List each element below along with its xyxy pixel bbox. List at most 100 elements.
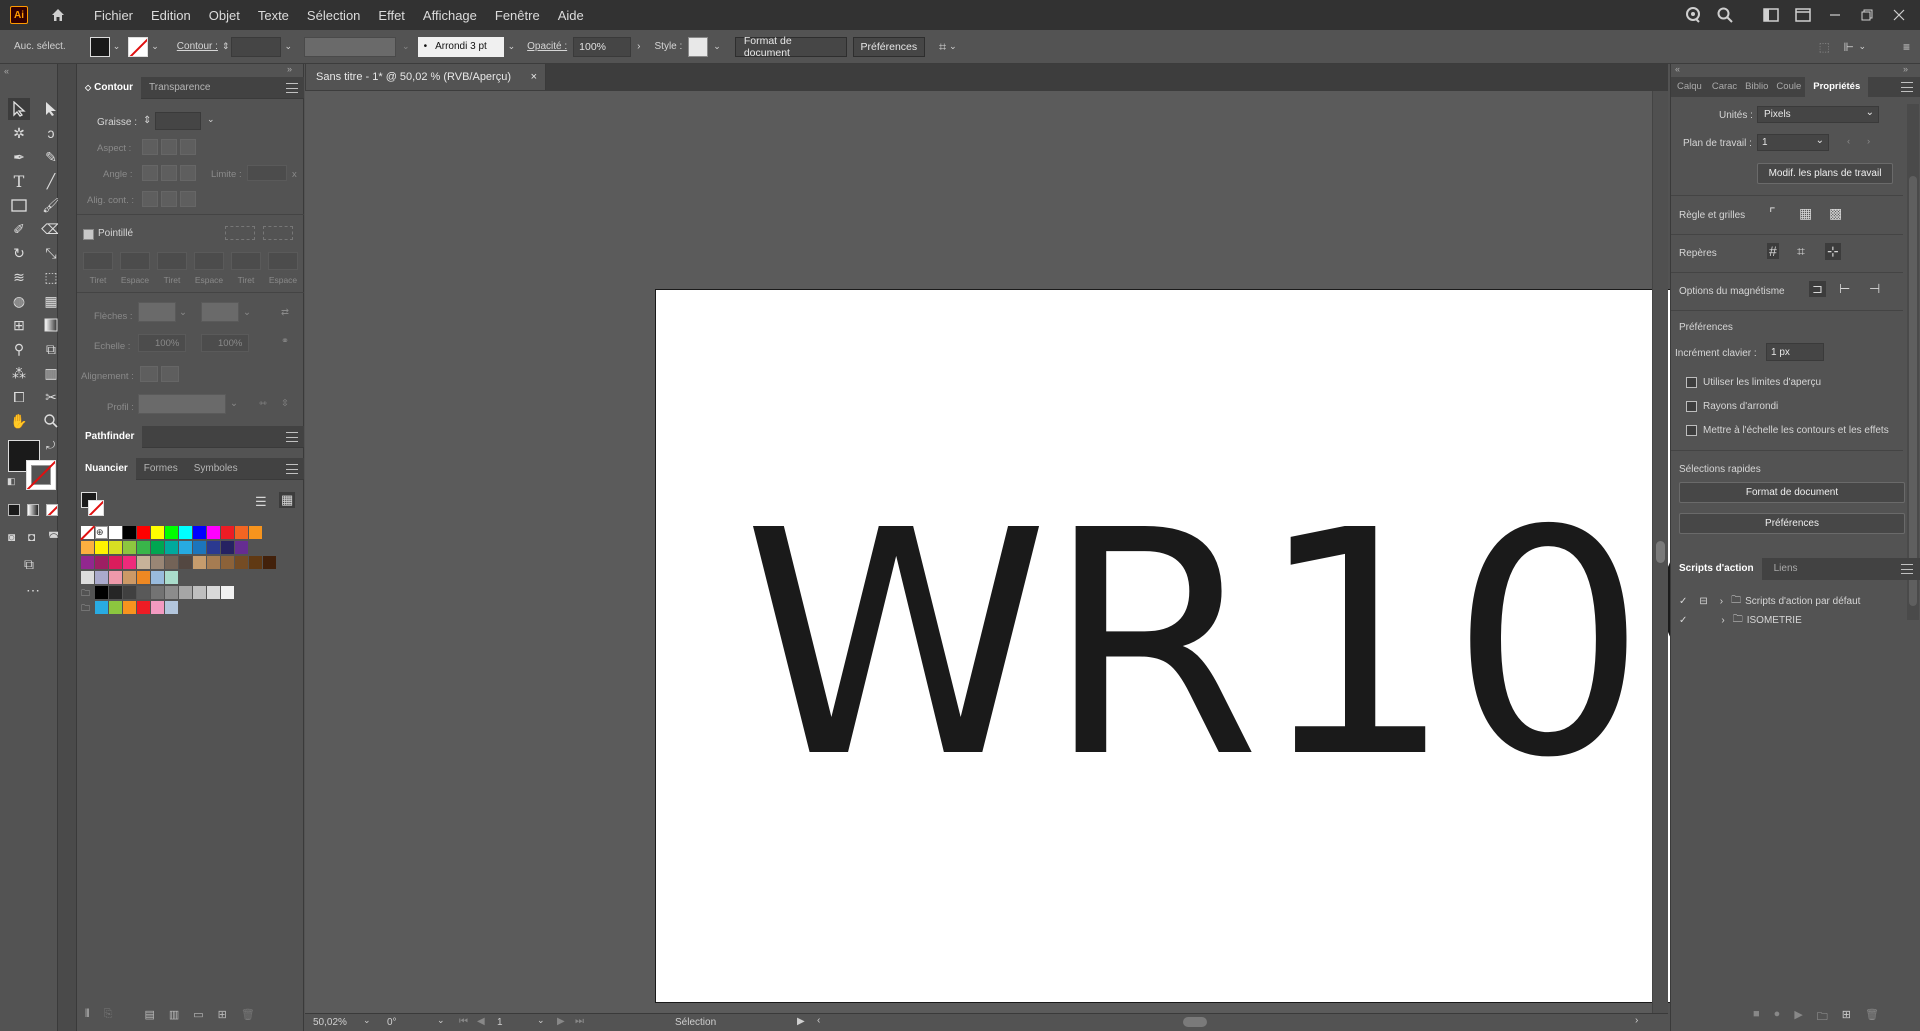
- color-swatch[interactable]: [179, 586, 192, 599]
- grid-view-icon[interactable]: ▦: [279, 492, 296, 508]
- color-swatch[interactable]: [109, 571, 122, 584]
- swap-colors-icon[interactable]: ⤾: [46, 440, 55, 453]
- menu-aide[interactable]: Aide: [558, 8, 584, 23]
- panel-menu-icon[interactable]: [1901, 82, 1913, 92]
- color-swatch[interactable]: [165, 526, 178, 539]
- menu-texte[interactable]: Texte: [258, 8, 289, 23]
- color-swatch[interactable]: [137, 556, 150, 569]
- color-swatch[interactable]: [179, 541, 192, 554]
- selection-tool-icon[interactable]: [8, 98, 30, 120]
- color-swatch[interactable]: [109, 601, 122, 614]
- align-inside-button[interactable]: [161, 191, 177, 207]
- learn-icon[interactable]: [1682, 4, 1704, 26]
- collapse-arrows-icon[interactable]: «: [4, 66, 9, 76]
- color-swatch[interactable]: [193, 556, 206, 569]
- hand-tool-icon[interactable]: ✋: [8, 410, 30, 432]
- artboard-select[interactable]: 1 ⌄: [1757, 134, 1829, 151]
- miter-join-button[interactable]: [142, 165, 158, 181]
- next-artboard-icon[interactable]: ▶: [557, 1016, 565, 1027]
- color-swatch[interactable]: [207, 526, 220, 539]
- color-swatch[interactable]: [109, 541, 122, 554]
- workspace-icon[interactable]: [1760, 4, 1782, 26]
- arrow-end-select[interactable]: [201, 302, 239, 322]
- color-swatch[interactable]: [249, 526, 262, 539]
- mesh-tool-icon[interactable]: ⊞: [8, 314, 30, 336]
- color-swatch[interactable]: [123, 526, 136, 539]
- color-swatch[interactable]: [165, 556, 178, 569]
- color-swatch[interactable]: [81, 541, 94, 554]
- gap-field-3[interactable]: [268, 252, 298, 270]
- color-swatch[interactable]: [137, 571, 150, 584]
- swatch-stroke-preview[interactable]: [88, 500, 104, 516]
- units-select[interactable]: Pixels ⌄: [1757, 106, 1879, 123]
- color-swatch[interactable]: [151, 571, 164, 584]
- new-set-icon[interactable]: 🗀: [1817, 1008, 1828, 1027]
- bevel-join-button[interactable]: [180, 165, 196, 181]
- snap-glyph-icon[interactable]: ⊣: [1869, 281, 1880, 297]
- arrow-start-select[interactable]: [138, 302, 176, 322]
- stroke-color-box[interactable]: [26, 460, 56, 490]
- chevron-down-icon[interactable]: ⌄: [402, 41, 410, 52]
- chevron-right-icon[interactable]: ›: [1720, 596, 1723, 607]
- align-options-icon[interactable]: ⬚: [1819, 40, 1830, 54]
- gap-field-1[interactable]: [120, 252, 150, 270]
- symbol-sprayer-icon[interactable]: ⁂: [8, 362, 30, 384]
- color-mode-icon[interactable]: [8, 504, 20, 516]
- chevron-down-icon[interactable]: ⌄: [207, 114, 215, 125]
- ruler-icon[interactable]: ⌜: [1769, 205, 1776, 222]
- quick-preferences-button[interactable]: Préférences: [1679, 513, 1905, 534]
- variable-width-field[interactable]: [304, 36, 397, 57]
- color-swatch[interactable]: [81, 556, 94, 569]
- artboard-number[interactable]: 1: [497, 1017, 503, 1028]
- chevron-down-icon[interactable]: ⌄: [230, 398, 238, 409]
- new-swatch-icon[interactable]: ⊞: [218, 1008, 227, 1026]
- color-swatch[interactable]: [193, 541, 206, 554]
- right-scrollbar[interactable]: [1907, 104, 1919, 620]
- menu-affichage[interactable]: Affichage: [423, 8, 477, 23]
- round-cap-button[interactable]: [161, 139, 177, 155]
- profile-select[interactable]: [138, 394, 226, 414]
- color-swatch[interactable]: [165, 541, 178, 554]
- menu-effet[interactable]: Effet: [378, 8, 405, 23]
- color-swatch[interactable]: [137, 601, 150, 614]
- color-swatch[interactable]: [95, 556, 108, 569]
- document-tab[interactable]: Sans titre - 1* @ 50,02 % (RVB/Aperçu) ×: [306, 64, 546, 90]
- color-swatch[interactable]: [207, 541, 220, 554]
- close-icon[interactable]: ×: [531, 71, 537, 83]
- chevron-down-icon[interactable]: ⌄: [949, 41, 957, 52]
- restore-icon[interactable]: [1856, 4, 1878, 26]
- color-swatch[interactable]: [221, 541, 234, 554]
- color-swatch[interactable]: [151, 601, 164, 614]
- flip-profile-icon[interactable]: ⇳: [281, 398, 289, 409]
- color-swatch[interactable]: [109, 586, 122, 599]
- list-view-icon[interactable]: ☰: [255, 494, 267, 510]
- swatch-library-icon[interactable]: ⫴: [85, 1008, 90, 1026]
- more-tools-icon[interactable]: ⋯: [26, 582, 40, 599]
- align-icon[interactable]: ⌗: [939, 39, 946, 55]
- tab-proprietes[interactable]: Propriétés: [1805, 77, 1869, 97]
- color-swatch[interactable]: [165, 601, 178, 614]
- tab-pathfinder[interactable]: Pathfinder: [77, 425, 143, 448]
- record-icon[interactable]: ●: [1774, 1008, 1781, 1027]
- action-set-row[interactable]: ✓ ⊟ › 🗀 Scripts d'action par défaut: [1671, 592, 1907, 610]
- lock-guides-icon[interactable]: ⌗: [1797, 243, 1805, 260]
- scroll-thumb[interactable]: [1656, 541, 1665, 563]
- draw-normal-icon[interactable]: ◙: [8, 530, 15, 544]
- fill-swatch[interactable]: [89, 36, 110, 57]
- panel-menu-icon[interactable]: [1901, 564, 1913, 574]
- gap-field-2[interactable]: [194, 252, 224, 270]
- panel-menu-icon[interactable]: [286, 464, 298, 474]
- collapse-arrows-icon[interactable]: »: [287, 64, 292, 74]
- color-swatch[interactable]: [123, 556, 136, 569]
- color-swatch[interactable]: [193, 586, 206, 599]
- chevron-right-icon[interactable]: ›: [1721, 615, 1724, 626]
- color-swatch[interactable]: [109, 526, 122, 539]
- chevron-down-icon[interactable]: ⌄: [437, 1015, 445, 1026]
- color-swatch[interactable]: [95, 601, 108, 614]
- stepper-icon[interactable]: ⇕: [143, 115, 151, 126]
- keyboard-increment-field[interactable]: 1 px: [1766, 343, 1824, 361]
- delete-action-icon[interactable]: 🗑: [1865, 1008, 1879, 1027]
- vertical-scrollbar[interactable]: [1652, 91, 1668, 1013]
- tab-couleur[interactable]: Coule: [1772, 77, 1805, 97]
- color-swatch[interactable]: [179, 526, 192, 539]
